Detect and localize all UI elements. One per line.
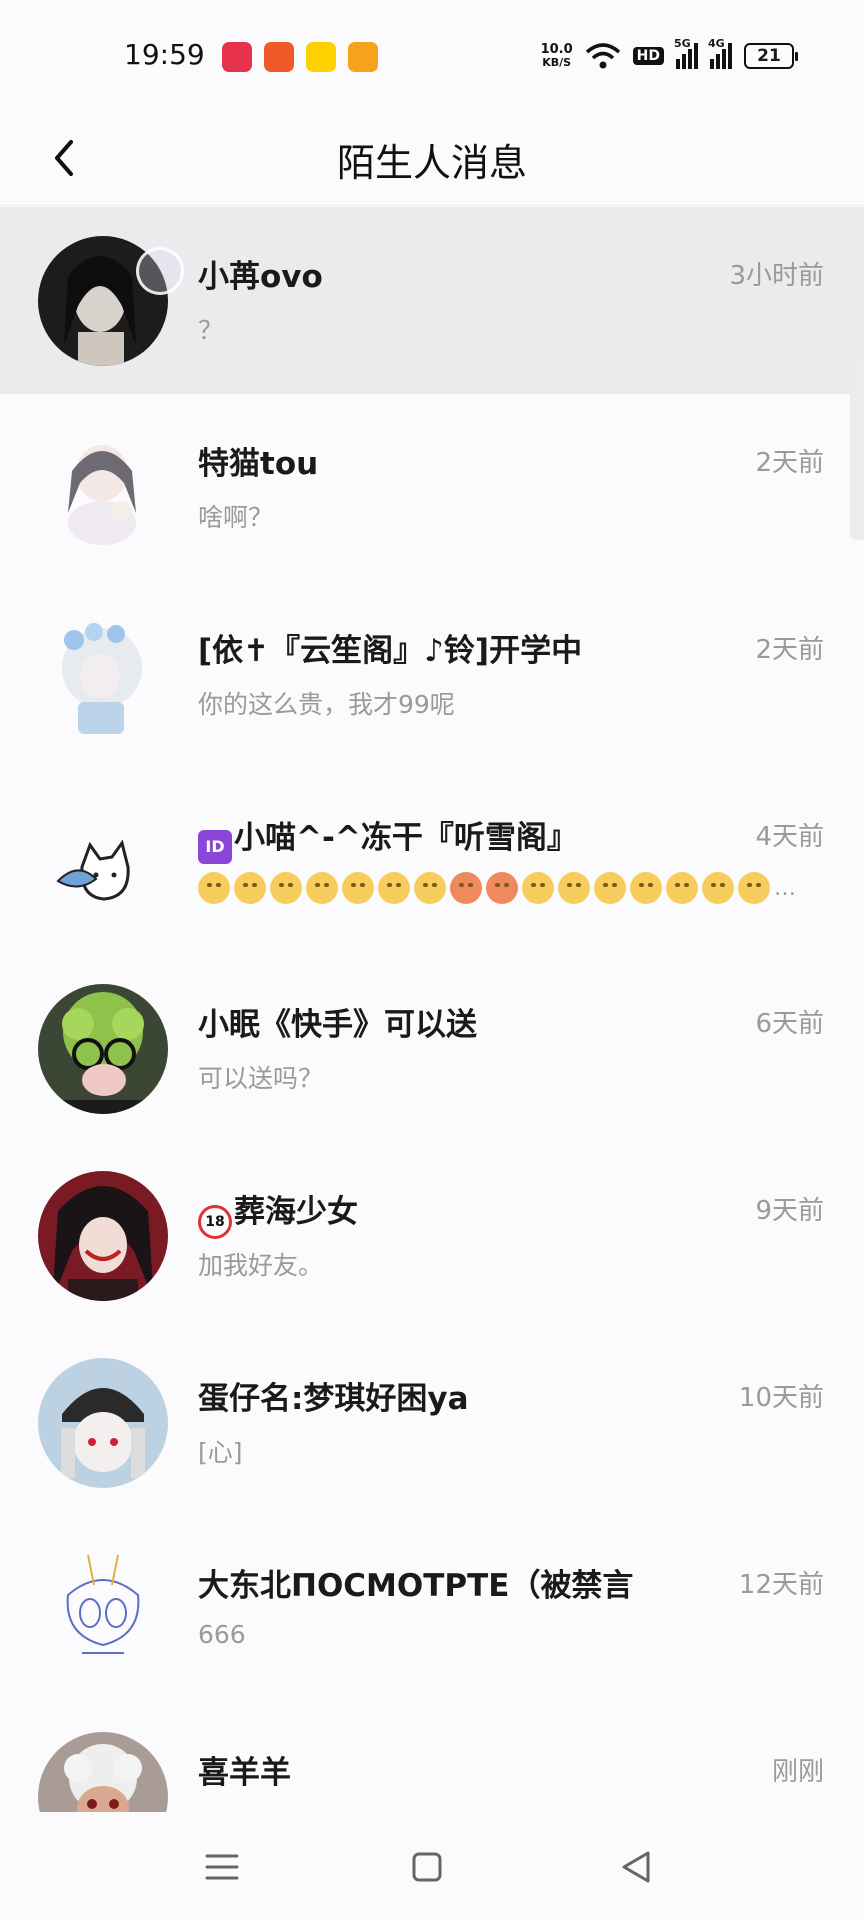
avatar: [38, 610, 168, 740]
conversation-name: 小眠《快手》可以送: [198, 1007, 477, 1043]
conversation-item[interactable]: ID 小喵^-^冻干『听雪阁』 4天前 …: [0, 768, 864, 955]
kuaishou-app-icon: [264, 42, 294, 72]
conversation-name: 特猫tou: [198, 446, 319, 482]
ellipsis: …: [774, 875, 796, 901]
conversation-name-text: 小喵^-^冻干『听雪阁』: [234, 820, 578, 856]
conversation-item[interactable]: [依✝『云笙阁』♪铃]开学中 2天前 你的这么贵，我才99呢: [0, 581, 864, 768]
status-bar: 19:59 10.0 KB/S HD 5G 4G 21: [0, 0, 864, 112]
avatar: [38, 1358, 168, 1488]
id-tag-icon: ID: [198, 830, 232, 864]
laughing-emoji-icon: [234, 872, 266, 904]
hd-badge: HD: [632, 47, 664, 65]
age-18-tag-icon: 18: [198, 1205, 232, 1239]
signal-5g-label: 5G: [674, 37, 691, 50]
emoji-preview: …: [198, 872, 796, 904]
signal-4g-icon: 4G: [708, 37, 732, 69]
battery-level: 21: [757, 46, 781, 66]
net-speed-unit: KB/S: [542, 56, 572, 69]
header: 陌生人消息: [0, 112, 864, 206]
conversation-item[interactable]: 蛋仔名:梦琪好困ya 10天前 [心]: [0, 1329, 864, 1516]
conversation-preview: 可以送吗？: [198, 1064, 324, 1093]
avatar: [38, 1732, 168, 1812]
net-speed-value: 10.0: [540, 42, 573, 57]
tired-emoji-icon: [594, 872, 626, 904]
page-title: 陌生人消息: [336, 141, 527, 185]
meituan-app-icon: [306, 42, 336, 72]
conversation-time: 刚刚: [771, 1757, 824, 1787]
conversation-preview: 加我好友。: [198, 1251, 324, 1280]
signal-5g-icon: 5G: [674, 37, 698, 69]
sweat-emoji-icon: [558, 872, 590, 904]
conversation-name: [依✝『云笙阁』♪铃]开学中: [198, 633, 583, 669]
laughing-emoji-icon: [198, 872, 230, 904]
conversation-item[interactable]: 喜羊羊 刚刚: [0, 1703, 864, 1812]
conversation-item[interactable]: 大东北ПОСМОТРТЕ（被禁言 12天前 666: [0, 1516, 864, 1703]
conversation-preview: ？: [198, 316, 224, 345]
disappointed-emoji-icon: [738, 872, 770, 904]
conversation-item[interactable]: 特猫tou 2天前 啥啊？: [0, 394, 864, 581]
fearful-emoji-icon: [270, 872, 302, 904]
conversation-preview: 你的这么贵，我才99呢: [198, 690, 455, 719]
conversation-time: 10天前: [738, 1383, 824, 1413]
back-triangle-icon: [622, 1851, 650, 1883]
conversation-time: 9天前: [755, 1196, 824, 1226]
weary-emoji-icon: [630, 872, 662, 904]
conversation-time: 2天前: [755, 635, 824, 665]
touch-ripple-indicator: [136, 247, 184, 295]
fearful-emoji-icon: [306, 872, 338, 904]
avatar: [38, 1171, 168, 1301]
avatar: [38, 1545, 168, 1675]
sleepy-emoji-icon: [378, 872, 410, 904]
angry-emoji-icon: [486, 872, 518, 904]
home-icon: [412, 1852, 442, 1882]
conversation-name: 蛋仔名:梦琪好困ya: [198, 1381, 469, 1417]
home-button[interactable]: [402, 1842, 452, 1892]
conversation-time: 12天前: [738, 1570, 824, 1600]
angry-emoji-icon: [450, 872, 482, 904]
conversation-name: 喜羊羊: [198, 1755, 291, 1791]
conversation-time: 2天前: [755, 448, 824, 478]
conversation-item[interactable]: 小眠《快手》可以送 6天前 可以送吗？: [0, 955, 864, 1142]
avatar: [38, 984, 168, 1114]
conversation-name: 小苒ovo: [198, 259, 323, 295]
system-nav-bar: [0, 1812, 864, 1920]
sweat-emoji-icon: [522, 872, 554, 904]
conversation-name: 大东北ПОСМОТРТЕ（被禁言: [198, 1568, 634, 1604]
media-app-icon: [348, 42, 378, 72]
avatar: [38, 423, 168, 553]
conversation-name-text: 葬海少女: [234, 1194, 358, 1230]
conversation-preview: 啥啊？: [198, 503, 274, 532]
back-nav-button[interactable]: [611, 1842, 661, 1892]
conversation-time: 6天前: [755, 1009, 824, 1039]
conversation-preview: [心]: [198, 1438, 243, 1467]
status-time: 19:59: [124, 38, 205, 71]
conversation-list[interactable]: 小苒ovo 3小时前 ？ 特猫tou 2天前 啥啊？ [依✝『云笙阁』♪铃]开学…: [0, 207, 864, 1812]
conversation-name: ID 小喵^-^冻干『听雪阁』: [198, 812, 578, 864]
conversation-preview: 666: [198, 1620, 246, 1649]
video-app-icon: [222, 42, 252, 72]
menu-button[interactable]: [197, 1842, 247, 1892]
avatar: [38, 797, 168, 927]
menu-icon: [205, 1854, 239, 1880]
conversation-item[interactable]: 小苒ovo 3小时前 ？: [0, 207, 864, 394]
confounded-emoji-icon: [702, 872, 734, 904]
conversation-item[interactable]: 18 葬海少女 9天前 加我好友。: [0, 1142, 864, 1329]
conversation-name: 18 葬海少女: [198, 1186, 358, 1239]
sweat-emoji-icon: [414, 872, 446, 904]
fearful-emoji-icon: [342, 872, 374, 904]
wifi-icon: [585, 43, 620, 69]
battery-icon: 21: [744, 43, 798, 69]
status-indicators: 10.0 KB/S HD 5G 4G 21: [541, 37, 798, 74]
scrollbar[interactable]: [850, 355, 864, 540]
signal-4g-label: 4G: [708, 37, 725, 50]
relieved-emoji-icon: [666, 872, 698, 904]
conversation-time: 4天前: [755, 822, 824, 852]
network-speed: 10.0 KB/S: [541, 43, 573, 69]
conversation-time: 3小时前: [729, 261, 824, 291]
